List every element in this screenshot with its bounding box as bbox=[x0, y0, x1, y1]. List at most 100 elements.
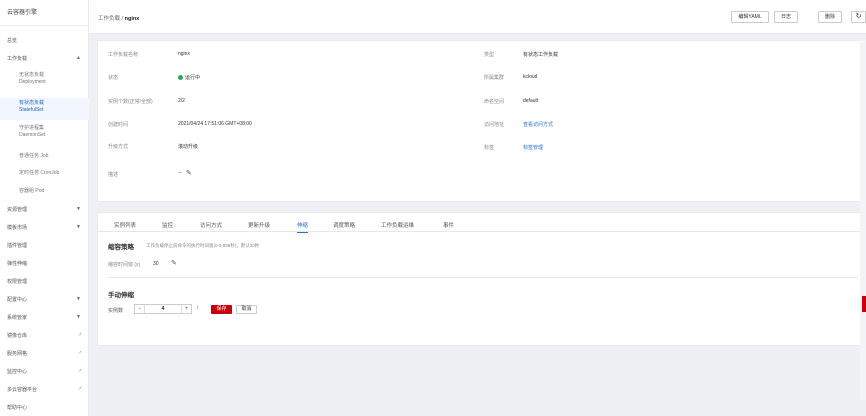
log-button[interactable]: 日志 bbox=[774, 11, 798, 23]
sidebar-item-label: 有状态负载 bbox=[19, 100, 45, 106]
sidebar: 云容器引擎 总览 工作负载 ▲ 无状态负载 Deployment 有状态负载 S… bbox=[0, 0, 89, 416]
upgrade-value: 滚动升级 bbox=[178, 144, 199, 150]
tab-ops[interactable]: 工作负载运维 bbox=[381, 221, 414, 229]
chevron-up-icon: ▲ bbox=[76, 55, 81, 61]
external-link-icon: ↗ bbox=[77, 386, 82, 392]
instances-input[interactable] bbox=[145, 305, 181, 313]
tags-link[interactable]: 标签管理 bbox=[523, 144, 543, 151]
tab-instances[interactable]: 实例列表 bbox=[114, 221, 136, 229]
breadcrumb-current: nginx bbox=[124, 16, 140, 22]
sidebar-item-multicloud[interactable]: 多云容器平台 ↗ bbox=[0, 386, 89, 393]
sidebar-item-monitor[interactable]: 监控中心 ↗ bbox=[0, 368, 89, 375]
sidebar-item-label: 系统管家 bbox=[7, 315, 28, 321]
created-label: 创建时间 bbox=[108, 122, 129, 128]
name-label: 工作负载名称 bbox=[108, 52, 139, 58]
chevron-down-icon: ▼ bbox=[76, 314, 81, 320]
sidebar-item-permissions[interactable]: 权限管理 bbox=[0, 278, 89, 285]
tab-access[interactable]: 访问方式 bbox=[200, 221, 222, 229]
sidebar-item-workloads[interactable]: 工作负载 ▲ bbox=[0, 55, 89, 62]
edit-yaml-button[interactable]: 编辑YAML bbox=[731, 11, 769, 23]
access-label: 访问地址 bbox=[484, 122, 505, 128]
sidebar-item-label: 守护进程集 bbox=[19, 125, 45, 131]
cluster-label: 所属集群 bbox=[484, 75, 505, 81]
scaling-panel: 实例列表 监控 访问方式 更新升级 伸缩 调度策略 工作负载运维 事件 缩容策略… bbox=[97, 212, 866, 346]
sidebar-item-system[interactable]: 系统管家 ▼ bbox=[0, 314, 89, 321]
sidebar-item-daemonset[interactable]: 守护进程集 DaemonSet bbox=[0, 125, 89, 139]
decrement-button[interactable]: − bbox=[135, 305, 145, 313]
tab-upgrade[interactable]: 更新升级 bbox=[248, 221, 270, 229]
sidebar-title: 云容器引擎 bbox=[0, 0, 88, 26]
sidebar-item-pod[interactable]: 容器组 Pod bbox=[0, 188, 89, 195]
access-link[interactable]: 查看访问方式 bbox=[523, 121, 553, 128]
delete-button[interactable]: 删除 bbox=[818, 11, 842, 23]
chevron-down-icon: ▼ bbox=[76, 206, 81, 212]
created-value: 2021/04/24 17:51:06 GMT+08:00 bbox=[178, 121, 252, 127]
namespace-value: default bbox=[523, 98, 539, 104]
sidebar-item-help[interactable]: 帮助中心 bbox=[0, 404, 89, 411]
scroll-thumb[interactable] bbox=[862, 296, 866, 312]
sidebar-item-overview[interactable]: 总览 bbox=[0, 37, 89, 44]
sidebar-item-label: 工作负载 bbox=[7, 56, 28, 62]
sidebar-item-registry[interactable]: 镜像仓库 ↗ bbox=[0, 332, 89, 339]
sidebar-item-label: 模板市场 bbox=[7, 225, 28, 231]
manual-scaling-title: 手动伸缩 bbox=[108, 292, 134, 299]
increment-button[interactable]: + bbox=[181, 305, 191, 313]
upgrade-label: 升级方式 bbox=[108, 144, 129, 150]
sidebar-item-templates[interactable]: 模板市场 ▼ bbox=[0, 224, 89, 231]
external-link-icon: ↗ bbox=[77, 368, 82, 374]
breadcrumb-separator: / bbox=[121, 16, 124, 22]
breadcrumb: 工作负载 / nginx bbox=[98, 14, 139, 22]
sidebar-item-resources[interactable]: 资源管理 ▼ bbox=[0, 206, 89, 213]
description-value: -- bbox=[178, 170, 182, 176]
edit-icon[interactable]: ✎ bbox=[186, 169, 192, 177]
breadcrumb-parent[interactable]: 工作负载 bbox=[98, 16, 120, 22]
sidebar-item-mesh[interactable]: 服务网格 ↗ bbox=[0, 350, 89, 357]
tab-scheduling[interactable]: 调度策略 bbox=[333, 221, 355, 229]
sidebar-item-label: 镜像仓库 bbox=[7, 333, 28, 339]
sidebar-item-label: 服务网格 bbox=[7, 351, 28, 357]
refresh-icon[interactable]: ↻ bbox=[851, 11, 866, 23]
sidebar-item-label: 资源管理 bbox=[7, 207, 28, 213]
type-value: 有状态工作负载 bbox=[523, 52, 559, 58]
tab-scaling[interactable]: 伸缩 bbox=[297, 221, 309, 233]
sidebar-item-label: DaemonSet bbox=[19, 132, 46, 138]
instances-label: 实例个数(正常/全部) bbox=[108, 99, 153, 105]
scrollbar[interactable] bbox=[860, 40, 866, 400]
status-label: 状态 bbox=[108, 75, 119, 81]
status-text: 运行中 bbox=[185, 75, 201, 81]
cluster-value: kcloud bbox=[523, 74, 538, 80]
sidebar-item-label: 监控中心 bbox=[7, 369, 28, 375]
sidebar-item-job[interactable]: 普通任务 Job bbox=[0, 153, 89, 160]
cancel-button[interactable]: 取消 bbox=[236, 305, 257, 314]
detail-tabs: 实例列表 监控 访问方式 更新升级 伸缩 调度策略 工作负载运维 事件 bbox=[98, 221, 866, 233]
sidebar-item-label: 多云容器平台 bbox=[7, 387, 38, 393]
tags-label: 标签 bbox=[484, 145, 495, 151]
arrow-up-icon: ↑ bbox=[196, 305, 199, 311]
sidebar-item-label: 无状态负载 bbox=[19, 72, 45, 78]
chevron-down-icon: ▼ bbox=[76, 296, 81, 302]
sidebar-item-label: 配置中心 bbox=[7, 297, 28, 303]
sidebar-item-statefulset[interactable]: 有状态负载 StatefulSet bbox=[0, 98, 89, 120]
sidebar-item-label: StatefulSet bbox=[19, 107, 44, 113]
sidebar-item-config[interactable]: 配置中心 ▼ bbox=[0, 296, 89, 303]
timewindow-label: 缩容时间窗 (s) bbox=[108, 262, 141, 268]
status-value: 运行中 bbox=[178, 74, 200, 81]
sidebar-item-autoscaling[interactable]: 弹性伸缩 bbox=[0, 260, 89, 267]
chevron-down-icon: ▼ bbox=[76, 224, 81, 230]
description-label: 描述 bbox=[108, 172, 119, 178]
sidebar-item-deployment[interactable]: 无状态负载 Deployment bbox=[0, 72, 89, 86]
instances-stepper: − + bbox=[134, 304, 192, 314]
external-link-icon: ↗ bbox=[77, 332, 82, 338]
instances-count-label: 实例数 bbox=[108, 308, 124, 314]
tab-events[interactable]: 事件 bbox=[443, 221, 454, 229]
divider bbox=[108, 277, 858, 278]
timewindow-value: 30 bbox=[153, 261, 159, 267]
sidebar-item-plugins[interactable]: 插件管理 bbox=[0, 242, 89, 249]
tab-monitoring[interactable]: 监控 bbox=[162, 221, 173, 229]
edit-icon[interactable]: ✎ bbox=[171, 259, 177, 267]
workload-info-panel: 工作负载名称 nginx 状态 运行中 实例个数(正常/全部) 2/2 创建时间… bbox=[97, 40, 866, 202]
save-button[interactable]: 保存 bbox=[211, 305, 232, 314]
running-status-icon bbox=[178, 75, 183, 80]
namespace-label: 命名空间 bbox=[484, 99, 505, 105]
sidebar-item-cronjob[interactable]: 定时任务 CronJob bbox=[0, 170, 89, 177]
